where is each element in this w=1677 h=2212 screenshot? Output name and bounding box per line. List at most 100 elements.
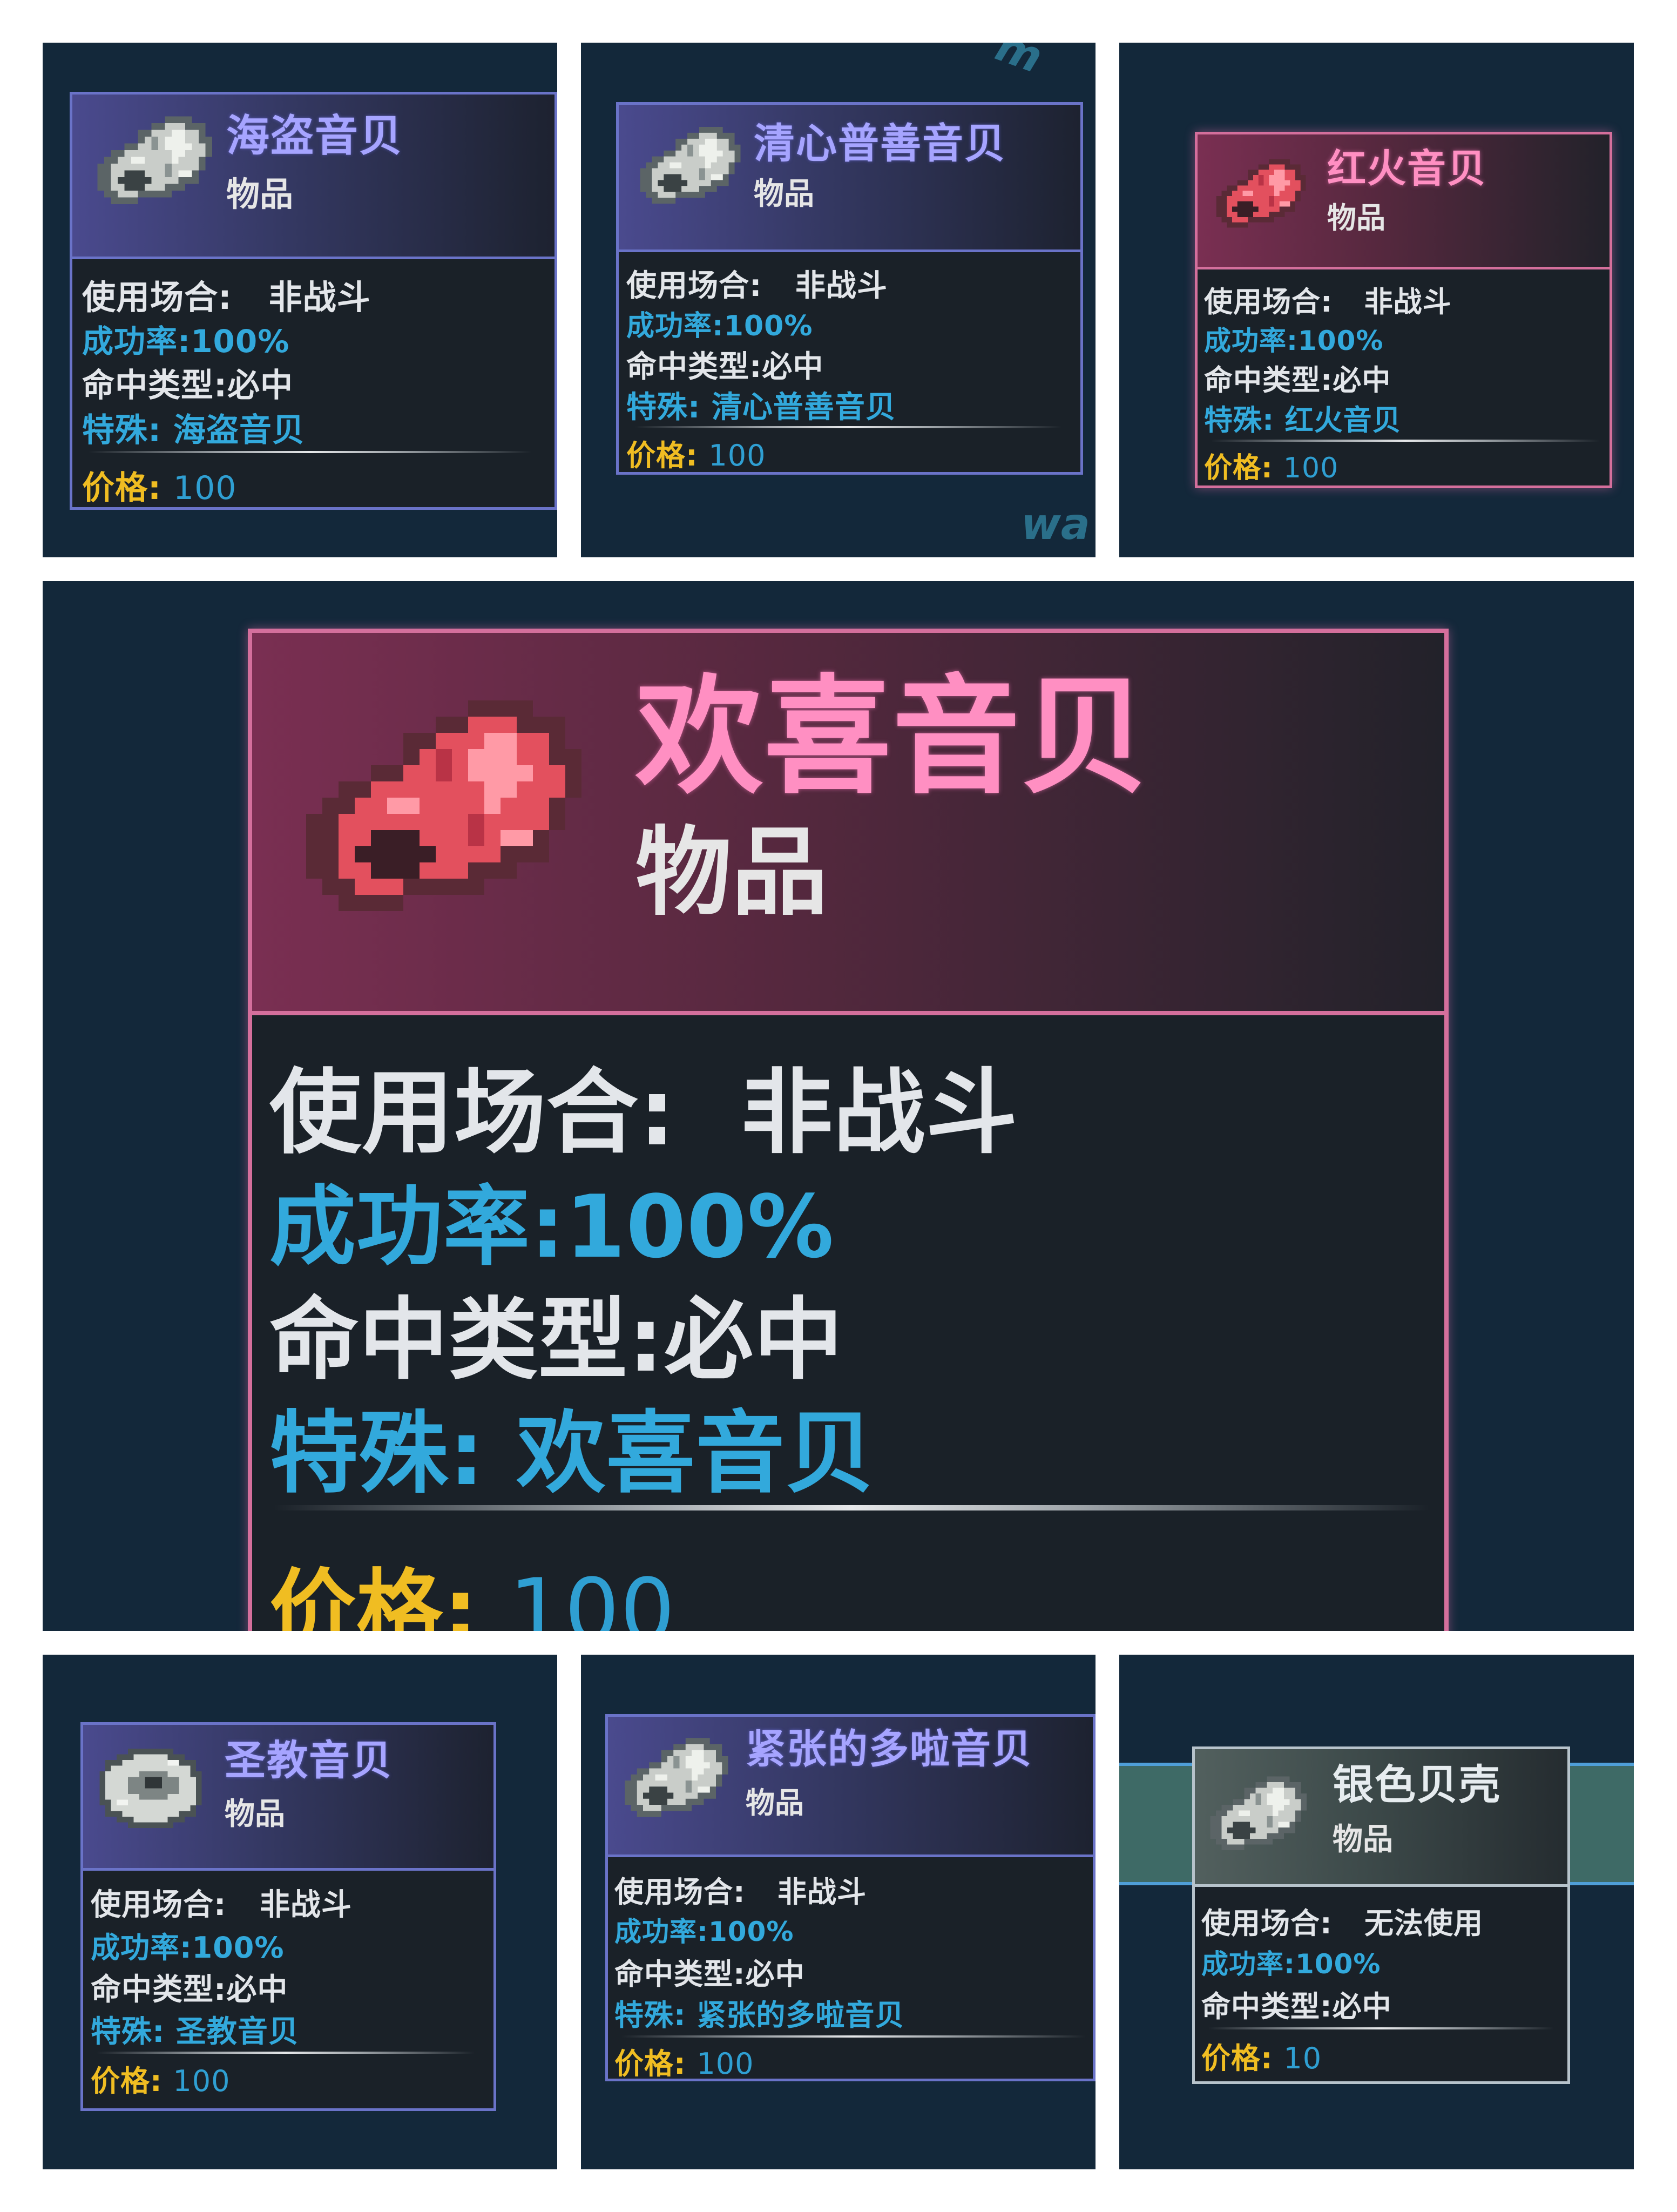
item-tooltip-card: 紧张的多啦音贝 物品 使用场合: 非战斗 成功率:100% 命中类型:必中 特殊… — [605, 1714, 1096, 2081]
tooltip-panel-7: 银色贝壳 物品 使用场合: 无法使用 成功率:100% 命中类型:必中 价格: … — [1119, 1655, 1634, 2169]
hit-label: 命中类型: — [1201, 1990, 1333, 2024]
divider — [621, 2035, 1086, 2038]
item-name: 清心普善音贝 — [754, 119, 1006, 167]
usage-value: 非战斗 — [1364, 286, 1452, 319]
success-row: 成功率:100% — [82, 316, 289, 361]
price-value: 100 — [173, 2064, 231, 2098]
success-label: 成功率: — [269, 1176, 565, 1277]
special-row: 特殊: 圣教音贝 — [91, 2007, 299, 2051]
special-label: 特殊: — [626, 390, 701, 425]
hit-label: 命中类型: — [614, 1957, 746, 1991]
item-name: 海盗音贝 — [226, 111, 403, 161]
success-label: 成功率: — [1201, 1948, 1295, 1980]
hit-label: 命中类型: — [82, 367, 227, 404]
usage-label: 使用场合: — [614, 1875, 746, 1909]
price-label: 价格: — [1201, 2041, 1273, 2075]
usage-value: 非战斗 — [741, 1060, 1018, 1166]
white-conch-shell-icon — [619, 1732, 740, 1829]
tooltip-panel-4-zoomed: 欢喜音贝 物品 使用场合: 非战斗 成功率:100% 命中类型:必中 特殊: 欢… — [43, 581, 1634, 1631]
price-row: 价格: 100 — [614, 2040, 754, 2082]
price-label: 价格: — [82, 469, 161, 507]
usage-row: 使用场合: 非战斗 — [91, 1880, 352, 1924]
item-name: 欢喜音贝 — [635, 663, 1150, 811]
item-tooltip-card: 清心普善音贝 物品 使用场合: 非战斗 成功率:100% 命中类型:必中 特殊:… — [616, 102, 1083, 475]
usage-row: 使用场合: 非战斗 — [82, 270, 371, 319]
item-name: 圣教音贝 — [225, 1736, 393, 1784]
price-label: 价格: — [614, 2047, 686, 2081]
hit-label: 命中类型: — [1204, 364, 1333, 397]
white-conch-shell-icon — [1205, 1771, 1318, 1862]
special-label: 特殊: — [269, 1401, 485, 1505]
usage-label: 使用场合: — [91, 1887, 227, 1923]
success-value: 100% — [192, 1931, 285, 1965]
item-tooltip-card: 银色贝壳 物品 使用场合: 无法使用 成功率:100% 命中类型:必中 价格: … — [1192, 1746, 1570, 2084]
divider — [89, 451, 531, 453]
price-row: 价格: 100 — [1204, 445, 1338, 485]
success-value: 100% — [191, 323, 290, 360]
special-row: 特殊: 紧张的多啦音贝 — [614, 1991, 904, 2034]
special-value: 清心普善音贝 — [711, 390, 896, 425]
price-value: 100 — [697, 2047, 754, 2081]
watermark: wa — [1021, 499, 1090, 549]
red-conch-shell-icon — [290, 684, 614, 943]
usage-value: 非战斗 — [795, 268, 888, 304]
price-row: 价格: 10 — [1201, 2034, 1322, 2077]
item-type: 物品 — [1327, 201, 1385, 235]
special-label: 特殊: — [91, 2014, 165, 2049]
tooltip-panel-2: m wa 清心普善音贝 物品 使用场合: 非战斗 成功率:100% 命中类型:必… — [581, 43, 1096, 557]
price-label: 价格: — [1204, 452, 1273, 484]
hit-row: 命中类型:必中 — [1204, 358, 1391, 399]
special-value: 红火音贝 — [1284, 404, 1402, 437]
success-value: 100% — [723, 310, 813, 342]
hit-value: 必中 — [664, 1288, 843, 1392]
price-value: 10 — [1283, 2041, 1322, 2075]
price-label: 价格: — [626, 439, 698, 473]
hit-value: 必中 — [1333, 364, 1391, 397]
success-label: 成功率: — [614, 1916, 708, 1947]
special-value: 欢喜音贝 — [516, 1401, 875, 1505]
success-row: 成功率:100% — [1204, 319, 1383, 358]
watermark: m — [989, 43, 1049, 83]
usage-row: 使用场合: 非战斗 — [1204, 279, 1452, 320]
hit-row: 命中类型:必中 — [91, 1965, 288, 2009]
usage-label: 使用场合: — [269, 1060, 676, 1166]
special-label: 特殊: — [82, 412, 161, 449]
usage-row: 使用场合: 无法使用 — [1201, 1899, 1483, 1942]
usage-value: 无法使用 — [1364, 1906, 1484, 1940]
usage-row: 使用场合: 非战斗 — [614, 1868, 867, 1911]
item-type: 物品 — [1333, 1822, 1393, 1857]
item-tooltip-card: 红火音贝 物品 使用场合: 非战斗 成功率:100% 命中类型:必中 特殊: 红… — [1195, 132, 1612, 488]
divider — [1211, 440, 1600, 442]
usage-row: 使用场合: 非战斗 — [626, 261, 888, 305]
special-label: 特殊: — [614, 1998, 686, 2032]
usage-value: 非战斗 — [268, 278, 371, 317]
special-row: 特殊: 欢喜音贝 — [269, 1381, 875, 1510]
hit-value: 必中 — [227, 367, 293, 404]
success-label: 成功率: — [626, 310, 724, 342]
success-label: 成功率: — [91, 1931, 192, 1965]
item-name: 紧张的多啦音贝 — [746, 1726, 1033, 1772]
hit-value: 必中 — [745, 1957, 805, 1991]
usage-label: 使用场合: — [82, 278, 232, 317]
usage-label: 使用场合: — [626, 268, 762, 304]
tooltip-panel-3: 红火音贝 物品 使用场合: 非战斗 成功率:100% 命中类型:必中 特殊: 红… — [1119, 43, 1634, 557]
divider — [274, 1505, 1429, 1510]
tooltip-panel-5: 圣教音贝 物品 使用场合: 非战斗 成功率:100% 命中类型:必中 特殊: 圣… — [43, 1655, 557, 2169]
success-value: 100% — [565, 1176, 835, 1277]
special-row: 特殊: 海盗音贝 — [82, 404, 305, 451]
item-tooltip-card: 圣教音贝 物品 使用场合: 非战斗 成功率:100% 命中类型:必中 特殊: 圣… — [80, 1722, 496, 2111]
item-name: 红火音贝 — [1327, 146, 1487, 191]
price-row: 价格: 100 — [91, 2057, 231, 2100]
success-row: 成功率:100% — [626, 303, 813, 343]
special-value: 海盗音贝 — [173, 412, 305, 449]
hit-row: 命中类型:必中 — [614, 1950, 805, 1993]
item-type: 物品 — [746, 1786, 804, 1820]
item-tooltip-card: 海盗音贝 物品 使用场合: 非战斗 成功率:100% 命中类型:必中 特殊: 海… — [70, 92, 557, 510]
success-value: 100% — [1298, 325, 1384, 356]
hit-value: 必中 — [762, 349, 824, 385]
usage-label: 使用场合: — [1204, 286, 1333, 319]
special-row: 特殊: 红火音贝 — [1204, 397, 1402, 439]
divider — [635, 426, 1061, 428]
price-value: 100 — [509, 1560, 676, 1631]
item-name: 银色贝壳 — [1333, 1761, 1501, 1809]
